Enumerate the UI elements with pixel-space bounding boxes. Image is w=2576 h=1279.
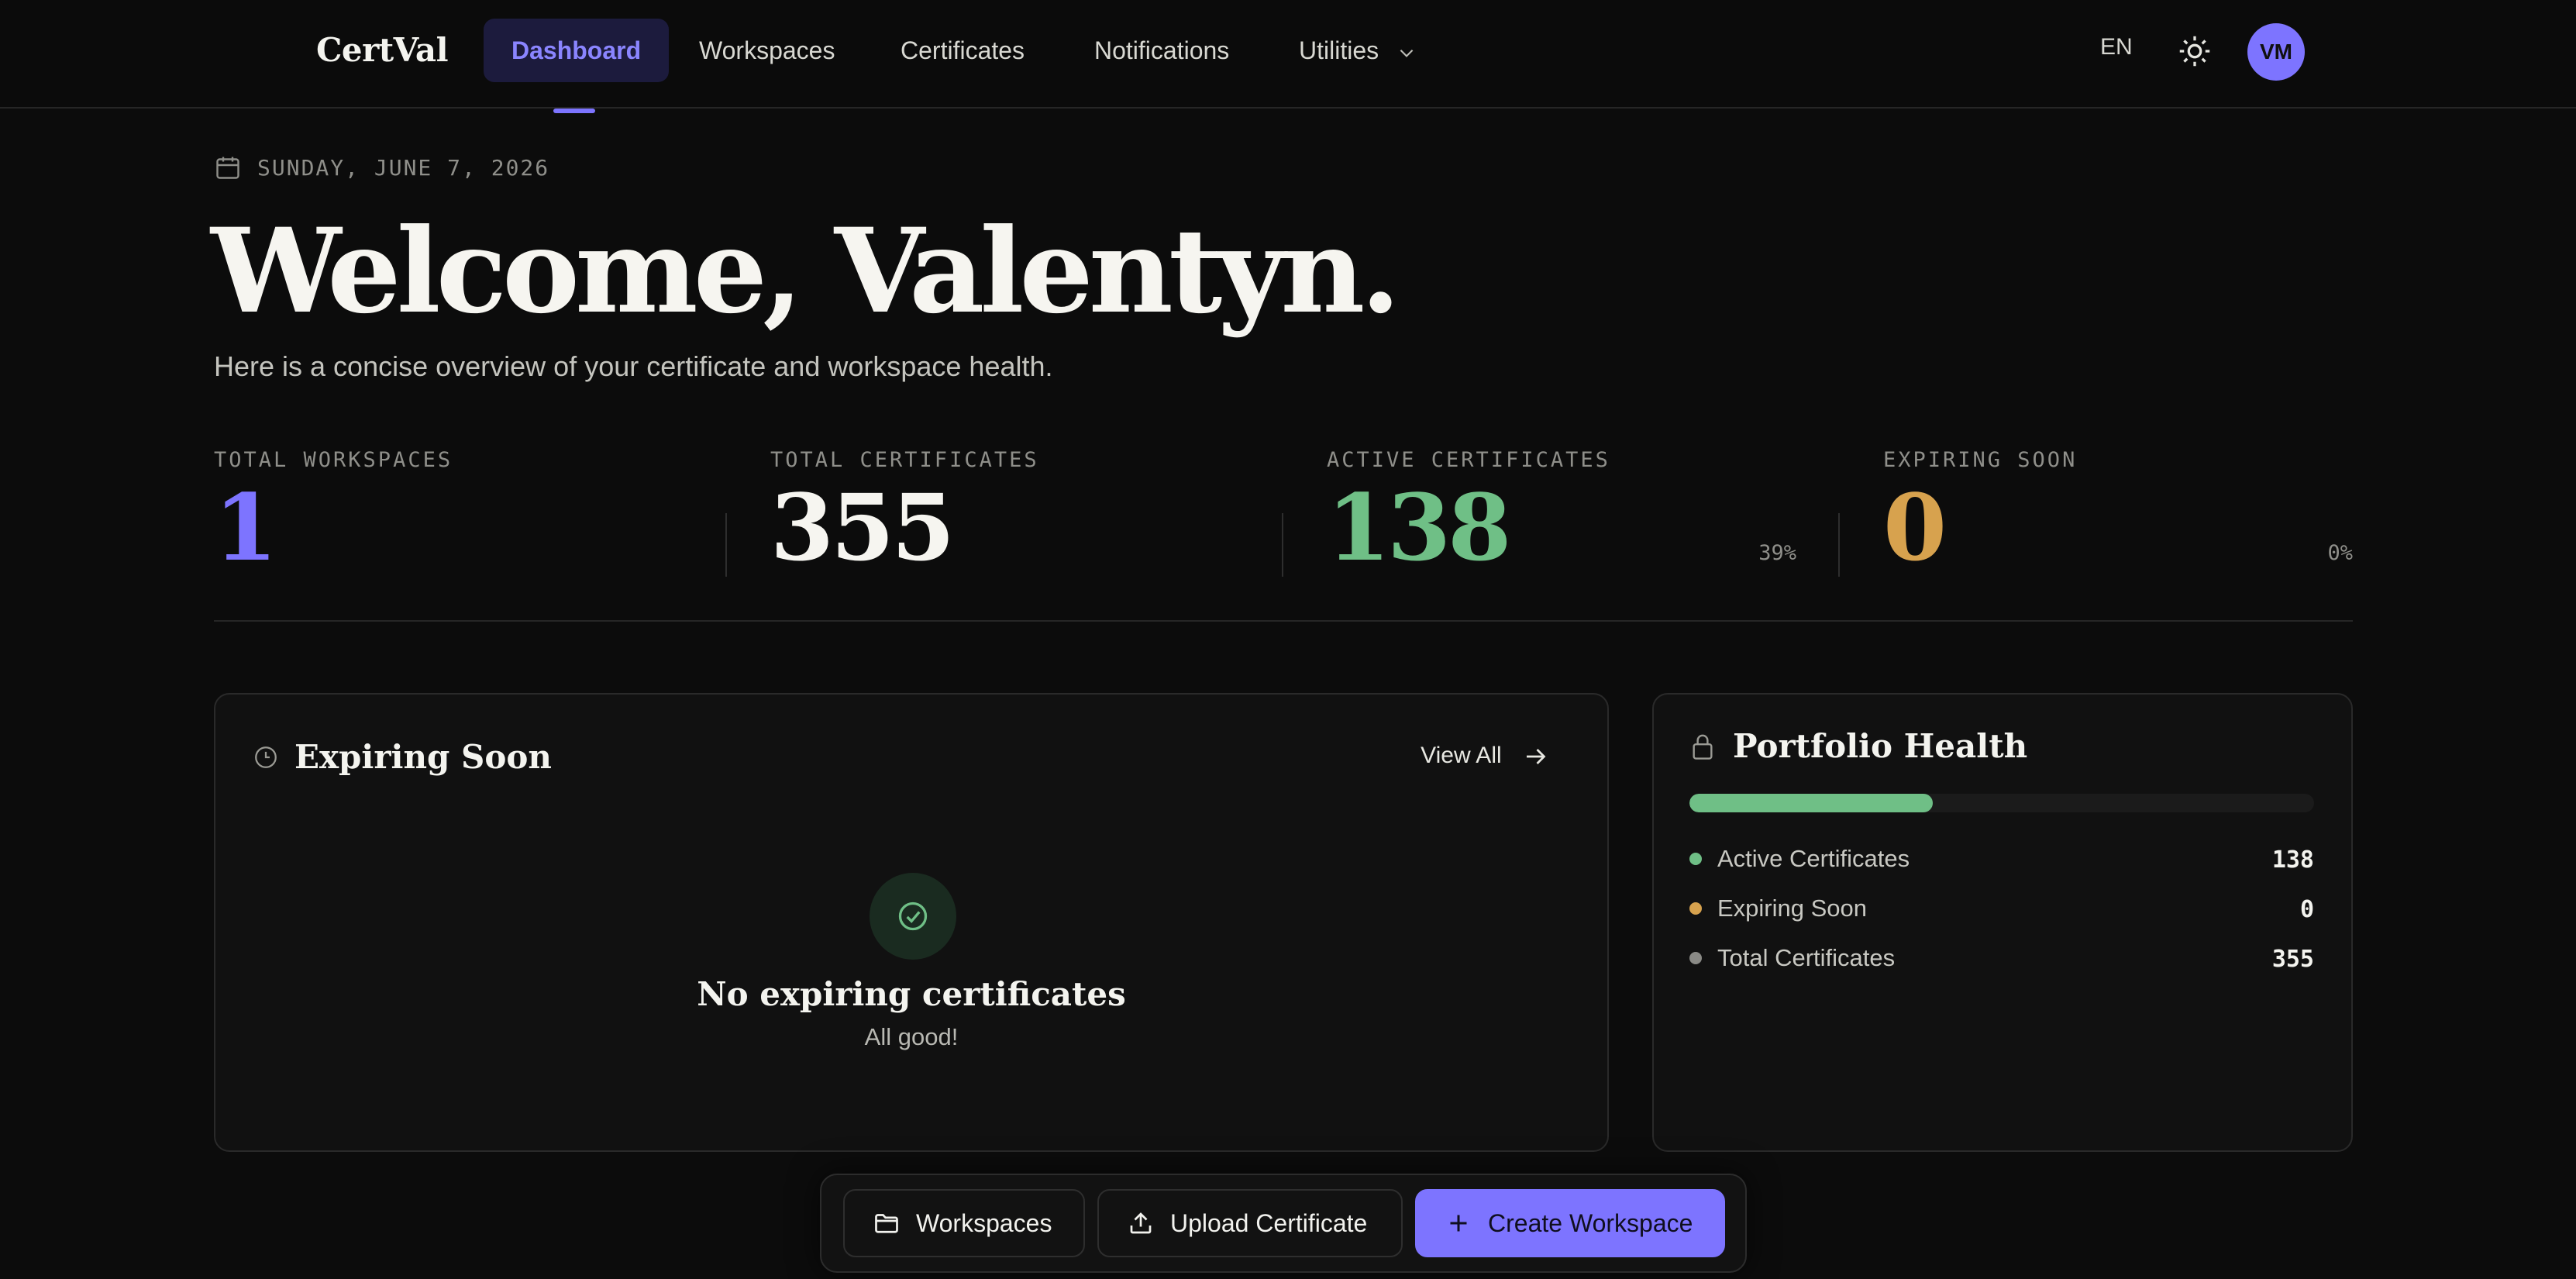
legend-row-total: Total Certificates 355 xyxy=(1689,941,2314,975)
arrow-right-icon xyxy=(1527,749,1546,765)
legend-label: Total Certificates xyxy=(1717,944,1896,971)
button-label: Upload Certificate xyxy=(1170,1209,1368,1237)
stat-label: TOTAL CERTIFICATES xyxy=(770,448,1039,472)
upload-icon xyxy=(1130,1212,1152,1234)
view-all-link[interactable]: View All xyxy=(1421,743,1550,771)
brand-logo[interactable]: CertVal xyxy=(316,31,449,69)
check-circle-icon xyxy=(898,902,928,931)
stat-label: TOTAL WORKSPACES xyxy=(214,448,453,472)
status-dot xyxy=(1689,952,1702,964)
avatar[interactable]: VM xyxy=(2247,23,2305,81)
status-dot xyxy=(1689,902,1702,915)
legend-label: Active Certificates xyxy=(1717,845,1910,872)
stat-value: 138 xyxy=(1327,474,1511,581)
card-title: Portfolio Health xyxy=(1733,727,2028,765)
stat-divider xyxy=(1282,513,1283,577)
stat-divider xyxy=(725,513,727,577)
empty-state-subtitle: All good! xyxy=(864,1023,959,1050)
legend-label: Expiring Soon xyxy=(1717,895,1868,922)
chevron-down-icon xyxy=(1400,49,1414,57)
stat-active-certificates: ACTIVE CERTIFICATES 138 39% xyxy=(1327,448,1796,580)
sun-icon[interactable] xyxy=(2178,34,2212,68)
legend-row-active: Active Certificates 138 xyxy=(1689,842,2314,876)
stat-total-certificates: TOTAL CERTIFICATES 355 xyxy=(770,448,1282,580)
nav-utilities[interactable]: Utilities xyxy=(1271,19,1445,82)
page-subtitle: Here is a concise overview of your certi… xyxy=(214,350,1053,382)
top-navbar: CertVal Dashboard Workspaces Certificate… xyxy=(0,0,2576,109)
button-label: Create Workspace xyxy=(1488,1209,1693,1237)
calendar-icon xyxy=(216,157,239,179)
folder-icon xyxy=(875,1214,898,1233)
portfolio-health-card: Portfolio Health Active Certificates 138… xyxy=(1652,693,2353,1152)
stat-divider xyxy=(1838,513,1840,577)
nav-certificates[interactable]: Certificates xyxy=(873,19,1052,82)
legend-value: 138 xyxy=(2271,846,2314,874)
nav-notifications[interactable]: Notifications xyxy=(1066,19,1257,82)
stat-value: 355 xyxy=(770,474,955,581)
stat-value: 1 xyxy=(214,474,277,581)
nav-dashboard[interactable]: Dashboard xyxy=(484,19,670,82)
lock-icon xyxy=(1693,734,1713,760)
clock-icon xyxy=(255,746,277,768)
stat-expiring-soon: EXPIRING SOON 0 0% xyxy=(1883,448,2353,580)
legend-value: 0 xyxy=(2299,896,2314,923)
workspaces-button[interactable]: Workspaces xyxy=(843,1189,1085,1257)
current-date: SUNDAY, JUNE 7, 2026 xyxy=(257,155,550,181)
stat-percent: 39% xyxy=(1758,541,1796,565)
active-nav-indicator xyxy=(553,109,595,113)
card-title: Expiring Soon xyxy=(294,738,552,776)
button-label: Workspaces xyxy=(916,1209,1052,1237)
stat-label: ACTIVE CERTIFICATES xyxy=(1327,448,1610,472)
stats-divider xyxy=(214,620,2353,622)
page-title: Welcome, Valentyn. xyxy=(211,203,1401,340)
stat-value: 0 xyxy=(1883,474,1947,581)
legend-value: 355 xyxy=(2271,946,2314,973)
upload-certificate-button[interactable]: Upload Certificate xyxy=(1097,1189,1403,1257)
stat-total-workspaces: TOTAL WORKSPACES 1 xyxy=(214,448,725,580)
language-switcher[interactable]: EN xyxy=(2100,34,2133,60)
nav-utilities-label: Utilities xyxy=(1299,36,1379,64)
empty-state-badge xyxy=(870,873,956,960)
stat-percent: 0% xyxy=(2327,541,2353,565)
legend-row-expiring: Expiring Soon 0 xyxy=(1689,891,2314,926)
health-progress-fill xyxy=(1689,794,1934,812)
create-workspace-button[interactable]: Create Workspace xyxy=(1415,1189,1725,1257)
nav-workspaces[interactable]: Workspaces xyxy=(671,19,863,82)
plus-icon xyxy=(1450,1215,1467,1232)
empty-state-title: No expiring certificates xyxy=(697,975,1126,1013)
view-all-label: View All xyxy=(1421,743,1502,768)
stat-label: EXPIRING SOON xyxy=(1883,448,2078,472)
quick-actions-bar: Workspaces Upload Certificate Create Wor… xyxy=(820,1174,1747,1273)
expiring-soon-card: Expiring Soon View All No expiring certi… xyxy=(214,693,1609,1152)
status-dot xyxy=(1689,853,1702,865)
health-progress-bar xyxy=(1689,794,2314,812)
